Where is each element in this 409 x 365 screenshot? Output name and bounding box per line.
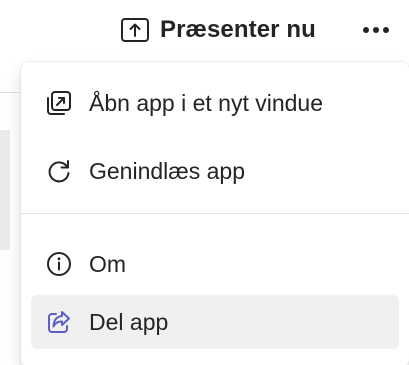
background-panel [0,130,10,250]
app-window: Præsenter nu Åbn app i et nyt vindue Gen… [0,0,409,365]
more-options-button[interactable] [354,12,398,48]
menu-item-label: Genindlæs app [89,157,245,184]
info-icon [45,250,73,278]
reload-icon [45,157,73,185]
menu-item-share-app[interactable]: Del app [31,295,399,349]
app-context-menu: Åbn app i et nyt vindue Genindlæs app Om [21,62,409,365]
menu-item-label: Del app [89,308,169,335]
menu-item-label: Åbn app i et nyt vindue [89,89,323,116]
menu-item-reload[interactable]: Genindlæs app [31,144,399,198]
share-screen-icon [120,17,150,43]
meeting-toolbar: Præsenter nu [0,0,409,62]
share-icon [45,308,73,336]
menu-item-open-in-new-window[interactable]: Åbn app i et nyt vindue [31,76,399,130]
present-now-button[interactable]: Præsenter nu [112,10,324,50]
menu-item-about[interactable]: Om [31,237,399,291]
open-in-new-window-icon [45,89,73,117]
menu-item-label: Om [89,250,127,277]
present-now-label: Præsenter nu [160,16,316,43]
menu-divider [21,213,409,214]
more-horizontal-icon [362,26,390,34]
